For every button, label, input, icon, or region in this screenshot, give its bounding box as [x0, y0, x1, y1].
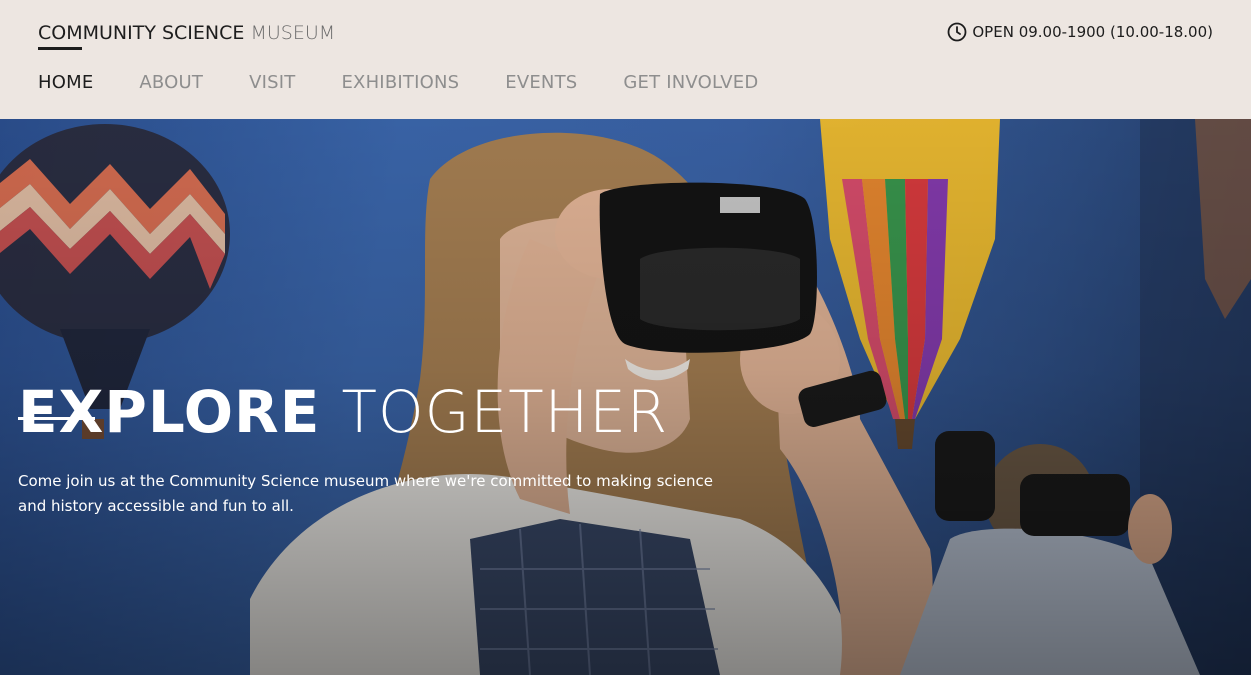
- nav-item-events[interactable]: EVENTS: [505, 72, 577, 93]
- hero-description: Come join us at the Community Science mu…: [18, 472, 714, 515]
- nav-item-get-involved[interactable]: GET INVOLVED: [623, 72, 758, 93]
- hero-title-bold: EXPLORE: [18, 377, 321, 446]
- nav-item-about[interactable]: ABOUT: [139, 72, 203, 93]
- logo-underline: [38, 47, 82, 50]
- nav-item-home[interactable]: HOME: [38, 72, 93, 93]
- site-header: COMMUNITY SCIENCE MUSEUM OPEN 09.00-1900…: [0, 0, 1251, 119]
- site-logo[interactable]: COMMUNITY SCIENCE MUSEUM: [38, 22, 335, 44]
- nav-item-exhibitions[interactable]: EXHIBITIONS: [341, 72, 459, 93]
- hero-title-light: TOGETHER: [341, 377, 669, 446]
- opening-hours-text: OPEN 09.00-1900 (10.00-18.00): [972, 23, 1213, 41]
- page: COMMUNITY SCIENCE MUSEUM OPEN 09.00-1900…: [0, 0, 1251, 675]
- hero-banner: EXPLORE TOGETHER Come join us at the Com…: [0, 119, 1251, 675]
- opening-hours: OPEN 09.00-1900 (10.00-18.00): [947, 22, 1213, 42]
- clock-icon: [947, 22, 967, 42]
- logo-sub-text: MUSEUM: [250, 22, 336, 44]
- hero-title: EXPLORE TOGETHER: [18, 378, 668, 446]
- hero-title-rule: [18, 417, 95, 420]
- main-nav: HOME ABOUT VISIT EXHIBITIONS EVENTS GET …: [38, 72, 804, 93]
- logo-main-text: COMMUNITY SCIENCE: [38, 22, 245, 44]
- nav-item-visit[interactable]: VISIT: [249, 72, 295, 93]
